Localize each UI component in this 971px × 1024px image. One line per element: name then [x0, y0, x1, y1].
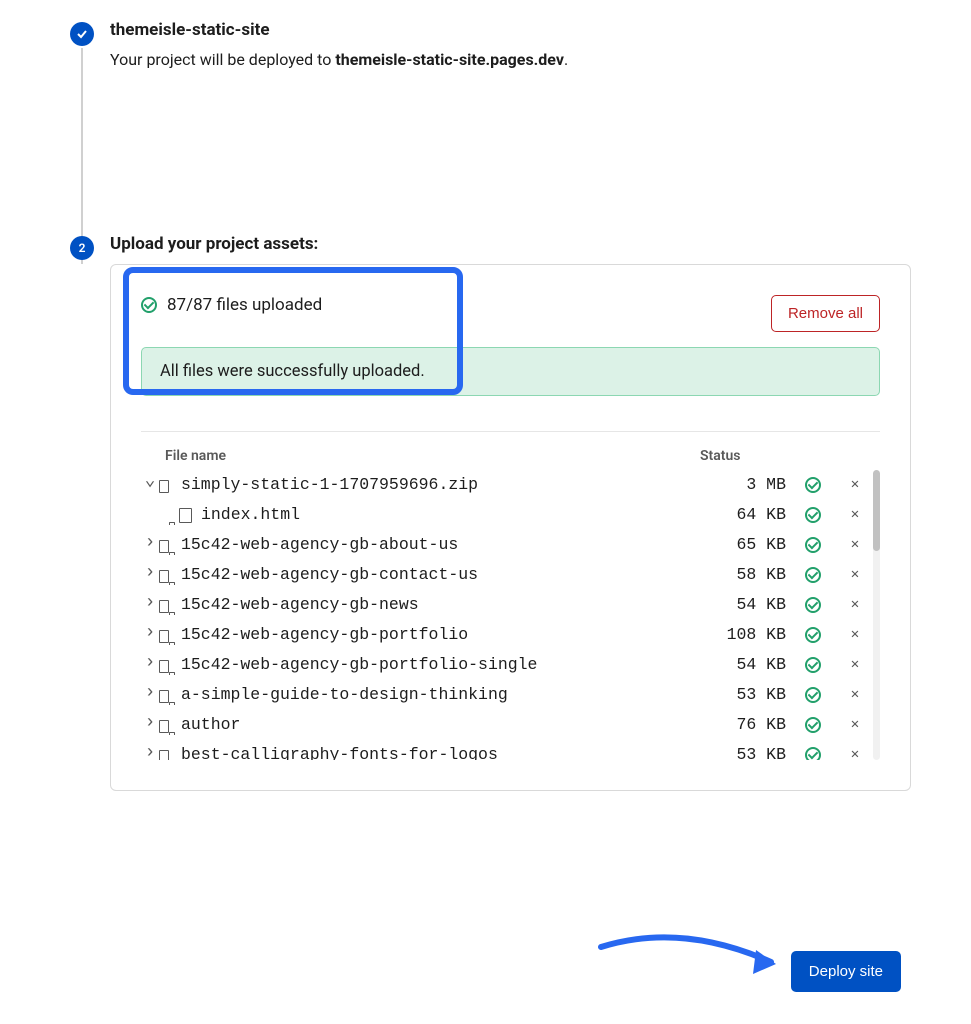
- file-status-success-icon: [806, 627, 830, 643]
- file-status-success-icon: [806, 687, 830, 703]
- file-size: 54 KB: [711, 592, 786, 618]
- file-name: a-simple-guide-to-design-thinking: [181, 682, 711, 708]
- file-row[interactable]: 15c42-web-agency-gb-contact-us 58 KB: [141, 560, 880, 590]
- table-header: File name Status: [141, 442, 880, 470]
- file-row[interactable]: 15c42-web-agency-gb-news 54 KB: [141, 590, 880, 620]
- file-size: 76 KB: [711, 712, 786, 738]
- file-name: 15c42-web-agency-gb-portfolio-single: [181, 652, 711, 678]
- file-name: 15c42-web-agency-gb-portfolio: [181, 622, 711, 648]
- step-connector-line: [81, 48, 83, 264]
- file-row[interactable]: 15c42-web-agency-gb-about-us 65 KB: [141, 530, 880, 560]
- chevron-right-icon[interactable]: [141, 682, 159, 708]
- document-icon: [179, 508, 195, 523]
- file-list[interactable]: simply-static-1-1707959696.zip 3 MBindex…: [141, 470, 880, 760]
- file-table: File name Status simply-static-1-1707959…: [141, 431, 880, 760]
- file-size: 108 KB: [711, 622, 786, 648]
- folder-icon: [159, 629, 175, 642]
- folder-icon: [159, 539, 175, 552]
- folder-icon: [159, 659, 175, 672]
- file-row[interactable]: simply-static-1-1707959696.zip 3 MB: [141, 470, 880, 500]
- folder-icon: [159, 599, 175, 612]
- file-row[interactable]: author 76 KB: [141, 710, 880, 740]
- chevron-right-icon[interactable]: [141, 562, 159, 588]
- step-1-description: Your project will be deployed to themeis…: [110, 50, 911, 69]
- file-status-success-icon: [806, 717, 830, 733]
- file-name: 15c42-web-agency-gb-contact-us: [181, 562, 711, 588]
- file-status-success-icon: [806, 507, 830, 523]
- step-1: themeisle-static-site Your project will …: [70, 20, 911, 234]
- scrollbar-thumb[interactable]: [873, 470, 880, 551]
- file-size: 58 KB: [711, 562, 786, 588]
- folder-icon: [159, 689, 175, 702]
- file-name: 15c42-web-agency-gb-about-us: [181, 532, 711, 558]
- success-icon: [141, 297, 157, 313]
- header-status: Status: [700, 448, 800, 464]
- file-status-success-icon: [806, 597, 830, 613]
- file-row[interactable]: a-simple-guide-to-design-thinking 53 KB: [141, 680, 880, 710]
- file-name: 15c42-web-agency-gb-news: [181, 592, 711, 618]
- file-name: best-calligraphy-fonts-for-logos: [181, 742, 711, 760]
- chevron-down-icon[interactable]: [141, 472, 159, 498]
- chevron-right-icon[interactable]: [141, 712, 159, 738]
- folder-icon: [159, 569, 175, 582]
- file-size: 54 KB: [711, 652, 786, 678]
- remove-all-button[interactable]: Remove all: [771, 295, 880, 332]
- file-status-success-icon: [806, 477, 830, 493]
- success-banner: All files were successfully uploaded.: [141, 347, 880, 396]
- file-size: 65 KB: [711, 532, 786, 558]
- header-filename: File name: [165, 448, 700, 464]
- scrollbar[interactable]: [873, 470, 880, 760]
- file-name: index.html: [201, 502, 711, 528]
- folder-icon: [159, 719, 175, 732]
- upload-status: 87/87 files uploaded: [141, 295, 322, 315]
- chevron-right-icon[interactable]: [141, 742, 159, 760]
- file-name: simply-static-1-1707959696.zip: [181, 472, 711, 498]
- chevron-right-icon[interactable]: [141, 652, 159, 678]
- check-icon: [76, 28, 88, 40]
- folder-icon: [159, 479, 175, 492]
- step-2: 2 Upload your project assets: 87/87 file…: [70, 234, 911, 791]
- file-status-success-icon: [806, 657, 830, 673]
- file-row[interactable]: 15c42-web-agency-gb-portfolio-single 54 …: [141, 650, 880, 680]
- file-row[interactable]: best-calligraphy-fonts-for-logos 53 KB: [141, 740, 880, 760]
- file-name: author: [181, 712, 711, 738]
- file-size: 64 KB: [711, 502, 786, 528]
- deploy-section: Deploy site: [0, 811, 971, 1022]
- file-size: 53 KB: [711, 682, 786, 708]
- chevron-right-icon[interactable]: [141, 592, 159, 618]
- file-size: 3 MB: [711, 472, 786, 498]
- file-row[interactable]: index.html 64 KB: [141, 500, 880, 530]
- file-status-success-icon: [806, 747, 830, 760]
- step-2-indicator: 2: [70, 236, 94, 260]
- upload-panel: 87/87 files uploaded Remove all All file…: [110, 264, 911, 791]
- step-2-title: Upload your project assets:: [110, 234, 911, 254]
- file-size: 53 KB: [711, 742, 786, 760]
- chevron-right-icon[interactable]: [141, 532, 159, 558]
- chevron-right-icon[interactable]: [141, 622, 159, 648]
- file-status-success-icon: [806, 567, 830, 583]
- deploy-site-button[interactable]: Deploy site: [791, 951, 901, 992]
- step-1-title: themeisle-static-site: [110, 20, 911, 40]
- annotation-arrow: [591, 912, 791, 992]
- folder-icon: [159, 749, 175, 761]
- upload-status-text: 87/87 files uploaded: [167, 295, 322, 315]
- file-status-success-icon: [806, 537, 830, 553]
- step-1-indicator: [70, 22, 94, 46]
- file-row[interactable]: 15c42-web-agency-gb-portfolio108 KB: [141, 620, 880, 650]
